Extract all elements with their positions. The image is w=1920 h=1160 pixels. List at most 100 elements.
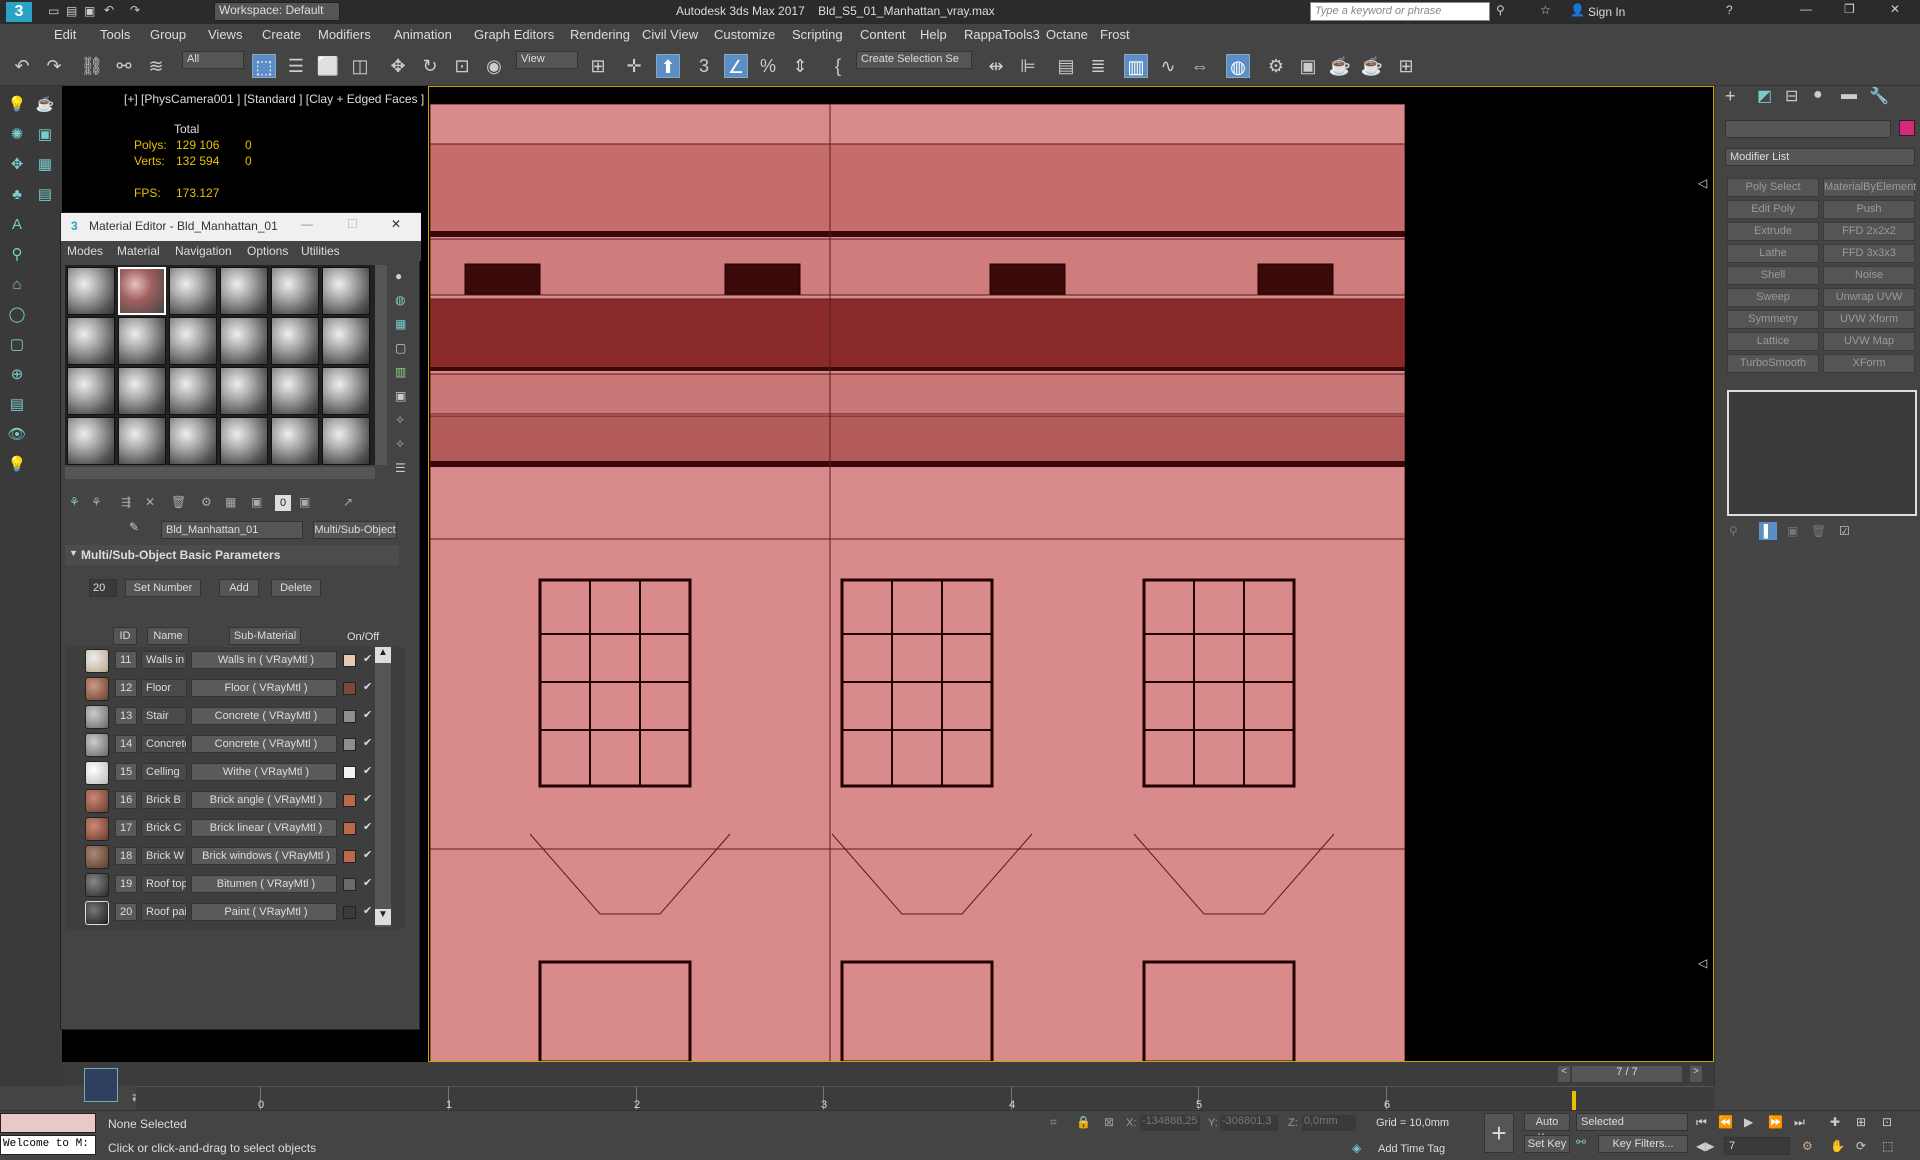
row-submaterial-button[interactable]: Walls in ( VRayMtl ): [191, 651, 337, 669]
modifier-button[interactable]: UVW Xform: [1823, 310, 1915, 329]
tree-icon[interactable]: ♣: [6, 184, 28, 206]
submaterial-thumbnail[interactable]: [85, 649, 109, 673]
modifier-button[interactable]: Push: [1823, 200, 1915, 219]
previous-frame-icon[interactable]: ⏪: [1718, 1115, 1733, 1129]
modify-tab-icon[interactable]: ◩: [1757, 86, 1772, 106]
scene-explorer-icon[interactable]: ▤: [1054, 54, 1078, 78]
row-onoff-checkbox[interactable]: ✔: [363, 681, 375, 693]
modifier-button[interactable]: Symmetry: [1727, 310, 1819, 329]
isolate-selection-icon[interactable]: ⌗: [1050, 1115, 1057, 1130]
render-grid-icon[interactable]: ⊞: [1394, 54, 1418, 78]
move-icon[interactable]: ✥: [386, 54, 410, 78]
sample-slot[interactable]: [118, 317, 166, 365]
modifier-button[interactable]: Lattice: [1727, 332, 1819, 351]
grid-icon[interactable]: ▦: [34, 154, 56, 176]
sample-slot[interactable]: [322, 267, 370, 315]
row-name-field[interactable]: Celling: [141, 763, 187, 781]
me-menu-material[interactable]: Material: [117, 244, 160, 258]
sample-slot[interactable]: [322, 367, 370, 415]
configure-modifier-sets-icon[interactable]: ☑: [1839, 524, 1850, 538]
set-key-big-button[interactable]: +: [1484, 1113, 1514, 1153]
row-onoff-checkbox[interactable]: ✔: [363, 849, 375, 861]
modifier-button[interactable]: Lathe: [1727, 244, 1819, 263]
delete-material-icon[interactable]: 🗑: [171, 495, 186, 509]
manipulate-icon[interactable]: ✛: [622, 54, 646, 78]
zoom-all-icon[interactable]: ⊞: [1856, 1115, 1866, 1129]
search-input[interactable]: Type a keyword or phrase: [1310, 2, 1490, 21]
sun-icon[interactable]: ✺: [6, 124, 28, 146]
row-color-swatch[interactable]: [343, 794, 356, 807]
material-editor-icon[interactable]: ◍: [1226, 54, 1250, 78]
viewport-label[interactable]: [+] [PhysCamera001 ] [Standard ] [Clay +…: [124, 92, 424, 106]
row-color-swatch[interactable]: [343, 906, 356, 919]
submaterial-thumbnail[interactable]: [85, 873, 109, 897]
time-config-icon[interactable]: ⚙: [1802, 1139, 1813, 1153]
time-slider[interactable]: 7 / 7: [1572, 1066, 1682, 1082]
me-menu-modes[interactable]: Modes: [67, 244, 103, 258]
me-menu-navigation[interactable]: Navigation: [175, 244, 232, 258]
modifier-button[interactable]: FFD 3x3x3: [1823, 244, 1915, 263]
background-icon[interactable]: ▦: [395, 317, 406, 331]
utilities-tab-icon[interactable]: 🔧: [1869, 86, 1889, 106]
edit-named-sets-icon[interactable]: {: [826, 54, 850, 78]
render-icon[interactable]: ▣: [34, 124, 56, 146]
modifier-button[interactable]: Extrude: [1727, 222, 1819, 241]
scroll-down-icon[interactable]: ▼: [375, 909, 391, 925]
row-color-swatch[interactable]: [343, 766, 356, 779]
menu-customize[interactable]: Customize: [714, 27, 775, 42]
pick-material-icon[interactable]: ✎: [129, 520, 139, 534]
sample-slot[interactable]: [220, 317, 268, 365]
text-a-icon[interactable]: A: [6, 214, 28, 236]
menu-frost[interactable]: Frost: [1100, 27, 1130, 42]
zoom-extents-icon[interactable]: ⊡: [1882, 1115, 1892, 1129]
row-onoff-checkbox[interactable]: ✔: [363, 877, 375, 889]
y-coordinate-field[interactable]: -306801,3: [1220, 1115, 1278, 1131]
sample-slot[interactable]: [118, 417, 166, 465]
row-name-field[interactable]: Stair: [141, 707, 187, 725]
x-coordinate-field[interactable]: -134888,25: [1140, 1115, 1200, 1131]
pin-icon[interactable]: ⚲: [6, 244, 28, 266]
undo-quick-icon[interactable]: ↶: [104, 3, 114, 17]
row-onoff-checkbox[interactable]: ✔: [363, 821, 375, 833]
layer-explorer-icon[interactable]: ≣: [1086, 54, 1110, 78]
options-icon[interactable]: ✧: [395, 413, 405, 427]
close-icon[interactable]: ✕: [1890, 2, 1900, 16]
placement-icon[interactable]: ◉: [482, 54, 506, 78]
workspace-dropdown[interactable]: Workspace: Default: [214, 2, 340, 21]
window-crossing-icon[interactable]: ◫: [348, 54, 372, 78]
backlight-icon[interactable]: ◍: [395, 293, 405, 307]
menu-views[interactable]: Views: [208, 27, 242, 42]
get-material-icon[interactable]: ⚘: [69, 495, 80, 509]
snaps-toggle-icon[interactable]: 3: [692, 54, 716, 78]
pivot-center-icon[interactable]: ⊞: [586, 54, 610, 78]
row-onoff-checkbox[interactable]: ✔: [363, 765, 375, 777]
material-type-button[interactable]: Multi/Sub-Object: [313, 521, 397, 539]
show-shaded-icon[interactable]: ▣: [299, 495, 310, 509]
material-id-channel-icon[interactable]: ▣: [251, 495, 262, 509]
rect-selection-icon[interactable]: ⬜: [316, 54, 340, 78]
show-end-result-icon[interactable]: ▌: [1759, 522, 1777, 540]
help-icon[interactable]: ?: [1726, 3, 1733, 17]
material-navigator-icon[interactable]: ☰: [395, 461, 406, 475]
delete-button[interactable]: Delete: [271, 579, 321, 597]
named-selection-dropdown[interactable]: Create Selection Se: [856, 51, 972, 69]
assign-to-selection-icon[interactable]: ⇶: [121, 495, 131, 509]
row-name-field[interactable]: Concrete: [141, 735, 187, 753]
submaterial-list-scrollbar[interactable]: ▲ ▼: [375, 647, 391, 927]
material-editor-titlebar[interactable]: 3 Material Editor - Bld_Manhattan_01 — ☐…: [61, 213, 421, 241]
render-iterative-icon[interactable]: ☕: [1360, 54, 1384, 78]
render-setup-icon[interactable]: ⚙: [1264, 54, 1288, 78]
row-name-field[interactable]: Roof paint: [141, 903, 187, 921]
maxscript-listener-top[interactable]: [0, 1113, 96, 1133]
key-mode-icon[interactable]: ⚯: [1576, 1135, 1586, 1149]
row-color-swatch[interactable]: [343, 878, 356, 891]
sample-slot[interactable]: [322, 317, 370, 365]
current-frame-marker[interactable]: [1572, 1091, 1576, 1111]
user-icon[interactable]: 👤: [1570, 3, 1585, 17]
submaterial-thumbnail[interactable]: [85, 901, 109, 925]
sort-by-id-button[interactable]: ID: [113, 627, 137, 645]
select-object-icon[interactable]: ⬚: [252, 54, 276, 78]
row-color-swatch[interactable]: [343, 822, 356, 835]
row-submaterial-button[interactable]: Bitumen ( VRayMtl ): [191, 875, 337, 893]
slots-vertical-scrollbar[interactable]: [375, 265, 387, 465]
